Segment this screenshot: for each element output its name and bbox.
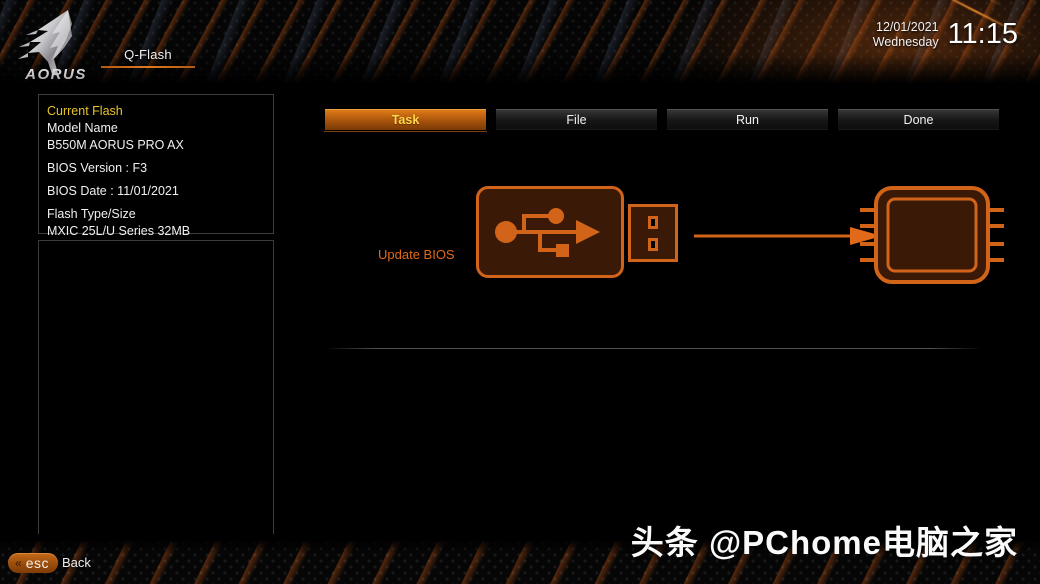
tab-file-label: File xyxy=(566,112,587,127)
flash-type-label: Flash Type/Size xyxy=(47,207,136,221)
clock-widget: 12/01/2021 Wednesday 11:15 xyxy=(873,18,1018,51)
tab-file[interactable]: File xyxy=(495,108,658,131)
svg-text:AORUS: AORUS xyxy=(24,66,87,82)
flash-type-value: MXIC 25L/U Series 32MB xyxy=(47,224,191,238)
chevron-left-icon: « xyxy=(15,556,22,570)
watermark-text: 头条 @PChome电脑之家 xyxy=(630,524,1018,561)
esc-key-label: esc xyxy=(25,555,49,571)
tab-qflash-label: Q-Flash xyxy=(124,47,172,62)
update-bios-label: Update BIOS xyxy=(378,247,455,262)
aorus-logo: AORUS xyxy=(8,4,104,82)
tab-qflash[interactable]: Q-Flash xyxy=(101,47,195,68)
bios-date: BIOS Date : 11/01/2021 xyxy=(47,184,179,198)
bios-chip-icon[interactable] xyxy=(852,180,1012,290)
main-stage: Current Flash Model Name B550M AORUS PRO… xyxy=(0,88,1040,540)
usb-connector-icon xyxy=(628,204,678,262)
model-name-label: Model Name xyxy=(47,121,118,135)
content-divider xyxy=(324,348,982,349)
secondary-info-panel xyxy=(38,240,274,534)
model-name-value: B550M AORUS PRO AX xyxy=(47,138,184,152)
usb-symbol-icon xyxy=(495,208,600,257)
tab-task[interactable]: Task xyxy=(324,108,487,131)
tab-run[interactable]: Run xyxy=(666,108,829,131)
back-label: Back xyxy=(62,555,91,570)
tab-done-label: Done xyxy=(903,112,934,127)
clock-weekday: Wednesday xyxy=(872,34,939,49)
clock-time: 11:15 xyxy=(947,18,1018,50)
tab-qflash-underline xyxy=(101,66,195,68)
clock-date: 12/01/2021 xyxy=(876,19,939,34)
tab-task-label: Task xyxy=(391,112,420,127)
header-bar: AORUS Q-Flash 12/01/2021 Wednesday 11:15 xyxy=(0,0,1040,88)
tab-done[interactable]: Done xyxy=(837,108,1000,131)
usb-connector-slot-top xyxy=(648,216,658,229)
usb-connector-slot-bottom xyxy=(648,238,658,251)
bios-version: BIOS Version : F3 xyxy=(47,161,148,175)
step-tab-bar: Task File Run Done xyxy=(324,108,1000,131)
tab-run-label: Run xyxy=(736,112,759,127)
current-flash-panel: Current Flash Model Name B550M AORUS PRO… xyxy=(38,94,274,238)
current-flash-heading: Current Flash xyxy=(47,104,123,118)
update-bios-diagram: Update BIOS xyxy=(324,158,1014,358)
esc-key-button[interactable]: « esc xyxy=(8,553,58,573)
